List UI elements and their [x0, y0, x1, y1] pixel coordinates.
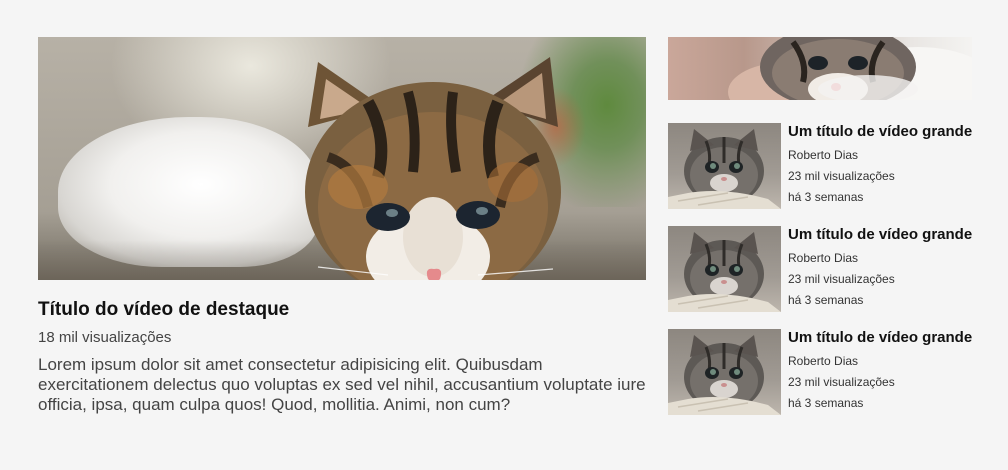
featured-video-title[interactable]: Título do vídeo de destaque [38, 299, 646, 321]
video-list-item[interactable]: Um título de vídeo grande Roberto Dias 2… [668, 329, 972, 415]
video-thumbnail[interactable] [668, 226, 781, 312]
top-video-thumbnail[interactable] [668, 37, 972, 100]
kitten-in-hand-illustration [728, 37, 972, 100]
kitten-illustration [668, 335, 781, 415]
kitten-illustration [305, 57, 561, 280]
video-list-item[interactable]: Um título de vídeo grande Roberto Dias 2… [668, 123, 972, 209]
video-list: Um título de vídeo grande Roberto Dias 2… [668, 123, 972, 432]
video-views: 23 mil visualizações [788, 272, 895, 286]
video-info: Um título de vídeo grande Roberto Dias 2… [788, 226, 972, 307]
featured-video: Título do vídeo de destaque 18 mil visua… [38, 37, 646, 415]
video-age: há 3 semanas [788, 396, 864, 410]
video-title[interactable]: Um título de vídeo grande [788, 123, 972, 141]
video-views: 23 mil visualizações [788, 375, 895, 389]
video-age: há 3 semanas [788, 293, 864, 307]
featured-video-thumbnail[interactable] [38, 37, 646, 280]
video-channel[interactable]: Roberto Dias [788, 251, 972, 265]
video-list-item[interactable]: Um título de vídeo grande Roberto Dias 2… [668, 226, 972, 312]
video-title[interactable]: Um título de vídeo grande [788, 226, 972, 244]
video-title[interactable]: Um título de vídeo grande [788, 329, 972, 347]
video-info: Um título de vídeo grande Roberto Dias 2… [788, 329, 972, 410]
video-thumbnail[interactable] [668, 329, 781, 415]
video-thumbnail[interactable] [668, 123, 781, 209]
video-channel[interactable]: Roberto Dias [788, 354, 972, 368]
kitten-illustration [668, 232, 781, 312]
video-age: há 3 semanas [788, 190, 864, 204]
kitten-illustration [668, 129, 781, 209]
video-channel[interactable]: Roberto Dias [788, 148, 972, 162]
video-info: Um título de vídeo grande Roberto Dias 2… [788, 123, 972, 204]
video-views: 23 mil visualizações [788, 169, 895, 183]
video-page: Título do vídeo de destaque 18 mil visua… [0, 0, 1008, 470]
featured-video-description: Lorem ipsum dolor sit amet consectetur a… [38, 355, 646, 414]
featured-video-views: 18 mil visualizações [38, 329, 172, 346]
